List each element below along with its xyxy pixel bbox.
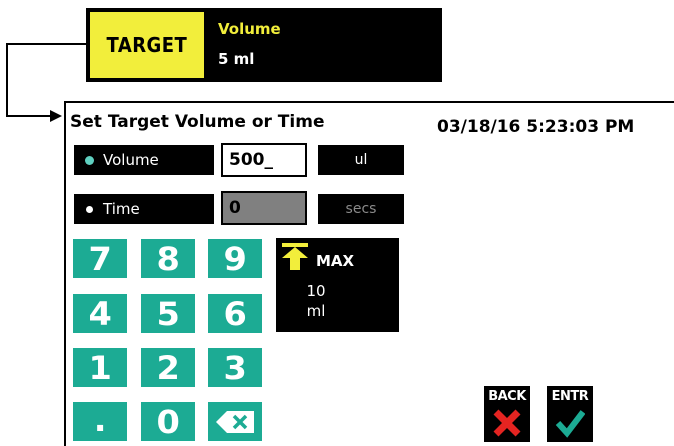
volume-radio-icon	[86, 156, 93, 164]
key-7-label: 7	[88, 239, 112, 278]
key-6[interactable]: 6	[208, 294, 262, 333]
key-decimal-label: .	[93, 401, 107, 439]
up-arrow-icon	[282, 243, 308, 270]
max-label: MAX	[316, 252, 355, 270]
back-label: BACK	[488, 389, 526, 404]
key-1[interactable]: 1	[73, 348, 127, 387]
key-2[interactable]: 2	[141, 348, 195, 387]
backspace-icon	[216, 410, 254, 433]
key-4[interactable]: 4	[73, 294, 127, 333]
time-mode-button[interactable]: Time	[74, 194, 214, 224]
key-2-label: 2	[156, 348, 180, 387]
time-unit-button[interactable]: secs	[318, 194, 404, 224]
key-9[interactable]: 9	[208, 239, 262, 278]
target-badge: TARGET	[90, 12, 204, 78]
datetime-display: 03/18/16 5:23:03 PM	[437, 117, 635, 137]
key-4-label: 4	[88, 294, 112, 333]
volume-mode-label: Volume	[103, 151, 159, 169]
key-9-label: 9	[223, 239, 247, 278]
target-parameter-label: Volume	[218, 20, 281, 38]
target-banner: TARGET Volume 5 ml	[86, 8, 442, 82]
backspace-button[interactable]	[208, 402, 262, 441]
time-mode-label: Time	[103, 200, 140, 218]
time-radio-icon	[86, 205, 93, 213]
key-6-label: 6	[223, 294, 247, 333]
volume-input[interactable]: 500_	[221, 143, 307, 177]
time-input[interactable]: 0	[221, 191, 307, 225]
green-check-icon	[555, 410, 585, 438]
enter-button[interactable]: ENTR	[547, 386, 593, 442]
key-0-label: 0	[156, 402, 180, 441]
enter-label: ENTR	[551, 389, 589, 404]
key-1-label: 1	[88, 348, 112, 387]
max-unit: ml	[306, 302, 326, 320]
volume-unit-button[interactable]: ul	[318, 145, 404, 175]
red-x-icon	[493, 409, 521, 437]
key-8-label: 8	[156, 239, 180, 278]
max-info-box: MAX 10 ml	[276, 238, 399, 332]
volume-mode-button[interactable]: Volume	[74, 145, 214, 175]
target-parameter-value: 5 ml	[218, 50, 255, 68]
dialog-title: Set Target Volume or Time	[70, 112, 325, 132]
key-decimal[interactable]: .	[73, 401, 127, 441]
back-button[interactable]: BACK	[484, 386, 530, 442]
key-8[interactable]: 8	[141, 239, 195, 278]
key-3[interactable]: 3	[208, 348, 262, 387]
key-5[interactable]: 5	[141, 294, 195, 333]
key-0[interactable]: 0	[141, 402, 195, 441]
key-7[interactable]: 7	[73, 239, 127, 278]
key-3-label: 3	[223, 348, 247, 387]
max-value: 10	[306, 282, 326, 300]
key-5-label: 5	[156, 294, 180, 333]
target-label: TARGET	[106, 33, 188, 57]
